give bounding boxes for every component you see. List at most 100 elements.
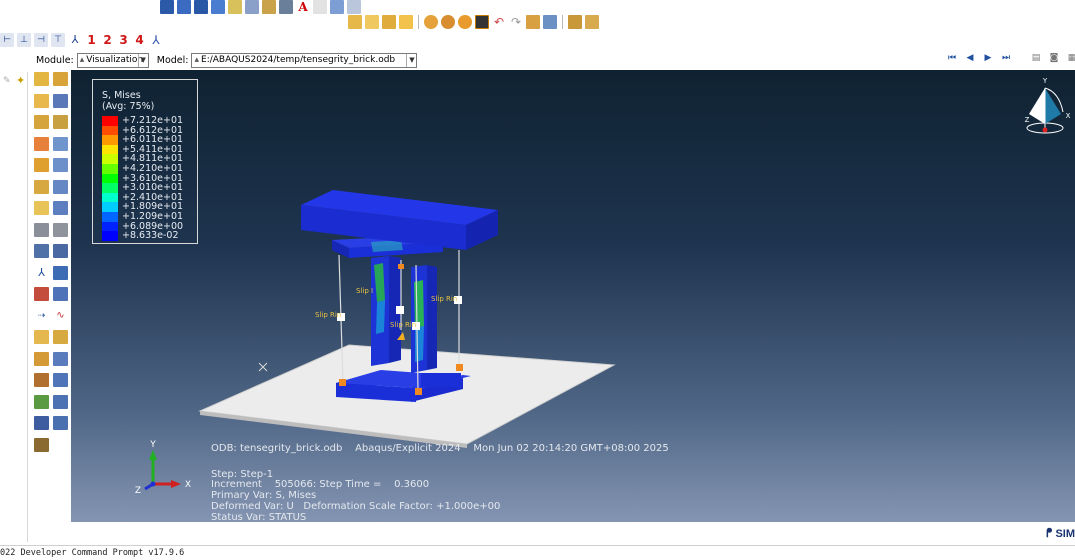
- report-field-output-icon[interactable]: [34, 351, 49, 366]
- grid-icon[interactable]: [330, 0, 344, 14]
- symbol-options-icon[interactable]: [34, 158, 49, 172]
- movie-icon[interactable]: ▤: [1030, 53, 1042, 63]
- odb-info-line: ODB: tensegrity_brick.odb Abaqus/Explici…: [211, 443, 669, 454]
- view-iso-icon[interactable]: [348, 15, 362, 29]
- legend-swatch: [102, 135, 118, 145]
- redo-view-icon[interactable]: ↷: [509, 15, 523, 29]
- triad-icon[interactable]: ⅄: [68, 33, 82, 47]
- animate-harmonic-icon[interactable]: [34, 244, 49, 258]
- magnify-icon[interactable]: [262, 0, 276, 14]
- view-3-button[interactable]: 3: [117, 33, 130, 47]
- plot-contours-deformed-icon[interactable]: [53, 93, 68, 108]
- view-top-icon[interactable]: [399, 15, 413, 29]
- query-info-icon[interactable]: [53, 416, 68, 430]
- xy-plot-icon[interactable]: ∿: [53, 308, 68, 323]
- toolbox: ⅄ ⇢ ∿: [30, 72, 70, 459]
- triad-z-label: Z: [135, 486, 141, 496]
- free-body-manager-icon[interactable]: [53, 373, 68, 387]
- superimpose-icon[interactable]: [34, 201, 49, 215]
- view-2-button[interactable]: 2: [101, 33, 114, 47]
- contour-legend[interactable]: S, Mises (Avg: 75%) +7.212e+01 +6.612e+01…: [92, 79, 198, 244]
- slip-ring-marker: [396, 306, 404, 314]
- tile-horizontal-icon[interactable]: [177, 0, 191, 14]
- simulia-logo: ᖰ SIM: [1046, 526, 1075, 540]
- viewport[interactable]: Slip Rin Slip I Slip Rin Slip Rin S, Mis…: [71, 70, 1075, 522]
- previous-frame-icon[interactable]: ◀: [964, 53, 976, 63]
- next-frame-icon[interactable]: ▶: [982, 53, 994, 63]
- display-group-icon[interactable]: [568, 15, 582, 29]
- plot-undeformed-icon[interactable]: [34, 72, 49, 86]
- view-cube[interactable]: Y X Z: [1019, 74, 1071, 138]
- status-var-info: Status Var: STATUS: [211, 512, 307, 522]
- contour-options-icon[interactable]: [53, 136, 68, 151]
- view-4-button[interactable]: 4: [133, 33, 146, 47]
- plot-contours-both-icon[interactable]: [34, 136, 49, 151]
- model-select[interactable]: ▴ E:/ABAQUS2024/temp/tensegrity_brick.odb…: [191, 52, 418, 68]
- playback-controls: ⏮ ◀ ▶ ⏭ ▤ ◙ ▦: [946, 53, 1075, 63]
- table-icon[interactable]: [245, 0, 259, 14]
- orientation-options-icon[interactable]: [34, 179, 49, 194]
- text-annotation-icon[interactable]: A: [296, 0, 310, 14]
- top-toolbar-row2: ↶ ↷: [348, 15, 599, 29]
- query-icon[interactable]: [228, 0, 242, 14]
- plot-deformed-icon[interactable]: [53, 72, 68, 86]
- command-prompt-text: 022 Developer Command Prompt v17.9.6: [0, 548, 185, 558]
- cascade-icon[interactable]: [211, 0, 225, 14]
- viewport-layout-icon[interactable]: [160, 0, 174, 14]
- report-xy-icon[interactable]: [53, 351, 68, 366]
- select-icon[interactable]: [313, 0, 327, 14]
- perspective-icon[interactable]: [475, 15, 489, 29]
- display-group-manager-icon[interactable]: [585, 15, 599, 29]
- undo-view-icon[interactable]: ↶: [492, 15, 506, 29]
- viewport-options-icon[interactable]: [526, 15, 540, 29]
- first-frame-icon[interactable]: ⏮: [946, 53, 958, 63]
- module-select[interactable]: ▴ Visualization ▼: [76, 52, 149, 68]
- view-front-icon[interactable]: [365, 15, 379, 29]
- view-cube-x-label: X: [1066, 112, 1071, 120]
- pencil-tool-icon[interactable]: [34, 437, 49, 452]
- model-select-value: E:/ABAQUS2024/temp/tensegrity_brick.odb: [201, 55, 396, 65]
- rotate-x-icon[interactable]: ⊢: [0, 33, 14, 47]
- plot-material-orientations-icon[interactable]: [53, 115, 68, 129]
- rotate-z-icon[interactable]: ⊣: [34, 33, 48, 47]
- legend-swatch: [102, 183, 118, 193]
- legend-swatch: [102, 221, 118, 232]
- xy-data-manager-icon[interactable]: [53, 287, 68, 301]
- tile-vertical-icon[interactable]: [194, 0, 208, 14]
- view-side-icon[interactable]: [382, 15, 396, 29]
- deformed-options-icon[interactable]: [53, 158, 68, 172]
- animate-scale-factor-icon[interactable]: [34, 222, 49, 237]
- path-icon[interactable]: ⇢: [34, 308, 49, 323]
- options-icon[interactable]: [347, 0, 361, 14]
- frame-selector-icon[interactable]: ▦: [1066, 53, 1075, 63]
- rotate-xyz-icon[interactable]: ⊤: [51, 33, 65, 47]
- rotate-y-icon[interactable]: ⊥: [17, 33, 31, 47]
- display-group-manager-icon[interactable]: [53, 394, 68, 409]
- plot-contours-undeformed-icon[interactable]: [34, 93, 49, 108]
- stream-icon[interactable]: [34, 330, 49, 344]
- free-body-icon[interactable]: [34, 373, 49, 387]
- xy-data-icon[interactable]: [34, 287, 49, 301]
- plot-symbols-icon[interactable]: [34, 115, 49, 129]
- pan-icon[interactable]: [279, 0, 293, 14]
- anchor-marker: [339, 379, 346, 386]
- animate-time-history-icon[interactable]: [53, 222, 68, 237]
- render-shaded-icon[interactable]: [458, 15, 472, 29]
- create-display-group-icon[interactable]: [34, 394, 49, 409]
- animation-options-icon[interactable]: [53, 244, 68, 258]
- common-options-icon[interactable]: [53, 179, 68, 194]
- color-code-dialog-icon[interactable]: [34, 416, 49, 430]
- stream-manager-icon[interactable]: [53, 330, 68, 344]
- slip-ring-label: Slip I: [356, 287, 374, 295]
- camera-icon[interactable]: ◙: [1048, 53, 1060, 63]
- render-hidden-icon[interactable]: [441, 15, 455, 29]
- axis-view-icon[interactable]: ⅄: [149, 33, 163, 47]
- view-cut-manager-icon[interactable]: [53, 265, 68, 280]
- last-frame-icon[interactable]: ⏭: [1000, 53, 1012, 63]
- view-1-button[interactable]: 1: [85, 33, 98, 47]
- view-cut-icon[interactable]: ⅄: [34, 265, 49, 280]
- allow-multiple-plot-states-icon[interactable]: [53, 201, 68, 215]
- render-wire-icon[interactable]: [424, 15, 438, 29]
- color-code-icon[interactable]: [543, 15, 557, 29]
- legend-value: +8.633e-02: [122, 230, 179, 242]
